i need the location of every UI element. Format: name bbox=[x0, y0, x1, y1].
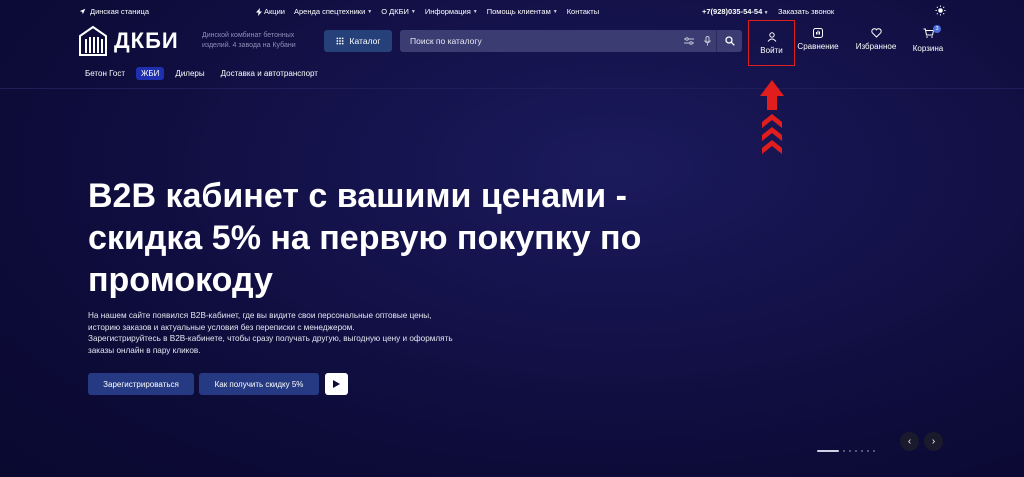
top-link-label: Информация bbox=[424, 7, 471, 16]
cart-icon-wrap bbox=[923, 28, 934, 40]
cart-button[interactable]: 3 Корзина bbox=[908, 25, 948, 53]
slider-next-button[interactable]: › bbox=[924, 432, 943, 451]
search-icon bbox=[724, 36, 735, 46]
top-link-promotions[interactable]: Акции bbox=[256, 7, 285, 16]
logo[interactable]: ДКБИ bbox=[78, 25, 179, 57]
arrow-up-icon bbox=[760, 80, 784, 154]
top-links: Акции Аренда спецтехники ▼ О ДКБИ ▼ Информ… bbox=[256, 7, 599, 16]
top-link-rent[interactable]: Аренда спецтехники ▼ bbox=[294, 7, 372, 16]
phone-label: +7(928)035-54-54 bbox=[702, 7, 763, 16]
discount-info-button[interactable]: Как получить скидку 5% bbox=[199, 373, 319, 395]
filter-icon[interactable] bbox=[680, 37, 698, 45]
slider-prev-button[interactable]: ‹ bbox=[900, 432, 919, 451]
chevron-down-icon: ▼ bbox=[410, 8, 416, 15]
register-button[interactable]: Зарегистрироваться bbox=[88, 373, 194, 395]
logo-text: ДКБИ bbox=[114, 28, 179, 53]
sun-icon bbox=[935, 5, 946, 16]
user-icon bbox=[767, 31, 776, 42]
tagline: Динской комбинат бетонных изделий. 4 зав… bbox=[202, 32, 296, 49]
city-selector[interactable]: Динская станица bbox=[79, 7, 149, 16]
city-label: Динская станица bbox=[90, 7, 149, 16]
hero-title: B2B кабинет с вашими ценами - скидка 5% … bbox=[88, 177, 642, 299]
chevron-down-icon: ▼ bbox=[367, 8, 373, 15]
compare-chart-icon bbox=[813, 28, 823, 38]
catalog-button[interactable]: Каталог bbox=[324, 30, 392, 52]
login-label: Войти bbox=[760, 45, 783, 55]
hero-paragraph: Зарегистрируйтесь в B2B-кабинете, чтобы … bbox=[88, 334, 453, 355]
header-divider bbox=[0, 88, 1024, 89]
location-arrow-icon bbox=[79, 8, 86, 15]
logo-icon bbox=[79, 25, 107, 56]
top-link-label: Аренда спецтехники bbox=[293, 7, 366, 16]
play-icon bbox=[333, 380, 340, 388]
category-concrete[interactable]: Бетон Гост bbox=[80, 67, 130, 80]
favorites-label: Избранное bbox=[855, 42, 897, 51]
compare-label: Сравнение bbox=[797, 42, 839, 51]
hero-paragraph: На нашем сайте появился B2B-кабинет, где… bbox=[88, 311, 432, 332]
grid-icon bbox=[335, 37, 344, 45]
top-link-help[interactable]: Помощь клиентам ▼ bbox=[487, 7, 558, 16]
lightning-icon bbox=[256, 7, 262, 16]
catalog-label: Каталог bbox=[349, 36, 381, 46]
top-link-info[interactable]: Информация ▼ bbox=[425, 7, 478, 16]
hero-description: На нашем сайте появился B2B-кабинет, где… bbox=[88, 310, 458, 356]
category-dealers[interactable]: Дилеры bbox=[170, 67, 209, 80]
chevron-down-icon: ▼ bbox=[552, 8, 558, 15]
category-delivery[interactable]: Доставка и автотранспорт bbox=[216, 67, 323, 80]
top-link-about[interactable]: О ДКБИ ▼ bbox=[381, 7, 416, 16]
category-nav: Бетон Гост ЖБИ Дилеры Доставка и автотра… bbox=[80, 67, 323, 80]
search-input[interactable]: Поиск по каталогу bbox=[410, 36, 680, 46]
slider-dot[interactable] bbox=[861, 450, 863, 452]
chevron-right-icon: › bbox=[931, 436, 936, 447]
cart-label: Корзина bbox=[912, 44, 944, 53]
search-button[interactable] bbox=[716, 30, 742, 52]
microphone-icon[interactable] bbox=[698, 36, 716, 46]
login-button[interactable]: Войти bbox=[748, 20, 795, 66]
callback-link[interactable]: Заказать звонок bbox=[778, 7, 834, 16]
slider-dot-active[interactable] bbox=[817, 450, 839, 452]
top-link-label: Контакты bbox=[566, 7, 600, 16]
category-reinforced-concrete[interactable]: ЖБИ bbox=[136, 67, 165, 80]
heart-icon bbox=[870, 28, 882, 38]
chevron-down-icon: ▼ bbox=[472, 8, 478, 15]
top-bar: Динская станица Акции Аренда спецтехники… bbox=[0, 0, 1024, 22]
slider-dot[interactable] bbox=[843, 450, 845, 452]
compare-button[interactable]: Сравнение bbox=[796, 28, 840, 51]
slider-dot[interactable] bbox=[855, 450, 857, 452]
top-link-label: О ДКБИ bbox=[381, 7, 409, 16]
slider-dot[interactable] bbox=[849, 450, 851, 452]
slider-dot[interactable] bbox=[867, 450, 869, 452]
slider-pagination bbox=[817, 450, 875, 452]
top-link-contacts[interactable]: Контакты bbox=[567, 7, 599, 16]
chevron-down-icon: ▼ bbox=[762, 10, 769, 16]
play-video-button[interactable] bbox=[325, 373, 348, 395]
cart-count-badge: 3 bbox=[933, 25, 941, 33]
top-link-label: Помощь клиентам bbox=[486, 7, 551, 16]
favorites-button[interactable]: Избранное bbox=[851, 28, 901, 51]
slider-dot[interactable] bbox=[873, 450, 875, 452]
chevron-left-icon: ‹ bbox=[907, 436, 912, 447]
cart-icon bbox=[923, 28, 934, 38]
top-link-label: Акции bbox=[264, 7, 285, 16]
theme-toggle[interactable] bbox=[935, 5, 946, 18]
phone-number[interactable]: +7(928)035-54-54 ▼ bbox=[702, 7, 769, 16]
search-bar: Поиск по каталогу bbox=[400, 30, 742, 52]
